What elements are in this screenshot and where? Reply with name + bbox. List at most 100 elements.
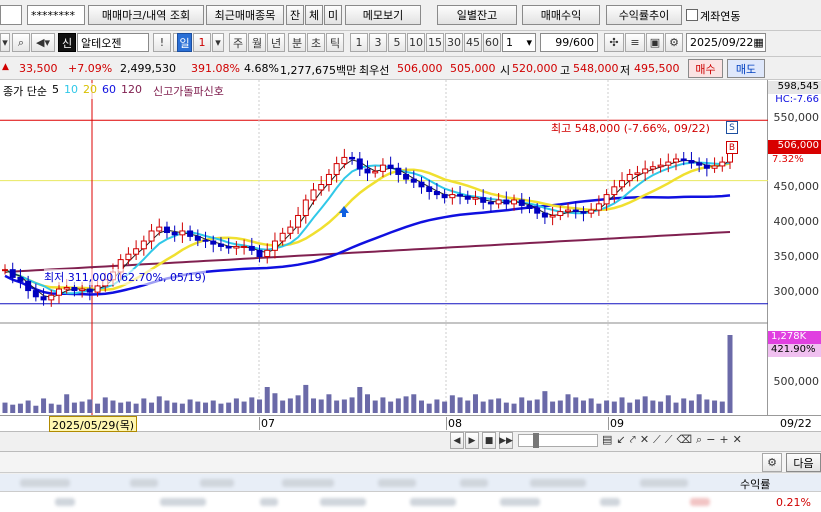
tab-executed[interactable]: 체 <box>305 5 323 25</box>
minute-1[interactable]: 1 <box>350 33 368 52</box>
fib-tool-icon[interactable]: ⟋ <box>665 433 673 447</box>
line-tool-icon[interactable]: ⟋ <box>653 433 661 447</box>
volume-bar <box>326 394 332 413</box>
minute-3[interactable]: 3 <box>369 33 387 52</box>
minus-icon[interactable]: − <box>706 433 715 447</box>
zoom-tool-icon[interactable]: ⌕ <box>696 433 702 447</box>
buy-button[interactable]: 매수 <box>688 59 723 78</box>
period-month[interactable]: 월 <box>248 33 266 52</box>
grid-row[interactable]: 0.21% <box>0 492 821 512</box>
candle-body <box>395 167 402 175</box>
candle-body <box>202 239 209 242</box>
minute-15[interactable]: 15 <box>426 33 444 52</box>
volume-bar <box>642 396 648 413</box>
period-minute[interactable]: 분 <box>288 33 306 52</box>
candle-body <box>264 249 271 258</box>
volume-bar <box>658 401 664 413</box>
recent-trades-button[interactable]: 최근매매종목 <box>206 5 284 25</box>
period-second[interactable]: 초 <box>307 33 325 52</box>
count-total: /600 <box>569 36 594 49</box>
candle-body <box>619 180 626 188</box>
price-tick: 450,000 <box>773 180 820 193</box>
step-forward-icon[interactable]: ▶▶ <box>499 432 513 449</box>
minute-45[interactable]: 45 <box>464 33 482 52</box>
memo-button[interactable]: 메모보기 <box>345 5 421 25</box>
candle-body <box>727 152 733 163</box>
legend-ma20: 20 <box>82 83 97 96</box>
last-date: 09/22 <box>780 417 812 430</box>
period-day-value[interactable]: 1 <box>193 33 211 52</box>
plus-icon[interactable]: + <box>719 433 728 447</box>
volume-bar <box>704 399 710 413</box>
profit-trend-button[interactable]: 수익률추이 <box>606 5 682 25</box>
volume-bar <box>133 403 139 413</box>
volume-bar <box>365 394 370 413</box>
menu-icon[interactable]: ▾ <box>0 33 10 52</box>
month-label: 07 <box>259 417 275 430</box>
zoom-slider[interactable] <box>518 433 598 448</box>
minute-30[interactable]: 30 <box>445 33 463 52</box>
search-icon[interactable]: ⌕ <box>12 33 30 52</box>
candle-body <box>541 212 548 218</box>
gear-icon[interactable]: ⚙ <box>665 33 683 52</box>
draw-tool-icon[interactable]: ▤ <box>602 433 612 447</box>
volume-bar <box>272 393 278 413</box>
candle-body <box>171 232 178 236</box>
account-link-checkbox[interactable] <box>686 9 698 21</box>
low-annotation: 최저 311,000 (62.70%, 05/19) <box>44 269 206 285</box>
count-value: 99 <box>555 36 570 49</box>
settings-gear-icon[interactable]: ⚙ <box>762 453 782 472</box>
volume-bar <box>257 399 263 413</box>
calendar-icon[interactable]: ▦ <box>753 36 763 49</box>
stock-name-field[interactable]: 알테오젠 <box>77 33 149 52</box>
period-day[interactable]: 일 <box>177 33 192 52</box>
candle-body <box>673 158 680 163</box>
stop-icon[interactable]: ■ <box>482 432 496 449</box>
volume-bar <box>611 401 617 413</box>
sell-button[interactable]: 매도 <box>727 59 765 78</box>
cross-tool-icon[interactable]: ✕ <box>640 433 649 447</box>
price-tick: 550,000 <box>773 111 820 124</box>
account-select[interactable] <box>0 5 22 25</box>
candle-body <box>302 199 309 216</box>
volume-bar <box>318 399 324 413</box>
volume-bar <box>56 404 62 413</box>
speaker-icon[interactable]: ◀▾ <box>31 33 55 52</box>
volume-bar <box>418 400 424 413</box>
volume-bar <box>187 399 193 413</box>
arrow-tool-icon[interactable]: ↙ <box>616 433 625 447</box>
delete-tool-icon[interactable]: ⌫ <box>676 433 692 447</box>
volume-bar <box>503 402 509 413</box>
crosshair-icon[interactable]: ✣ <box>604 33 624 52</box>
daily-balance-button[interactable]: 일별잔고 <box>437 5 517 25</box>
period-day-spin[interactable]: ▾ <box>212 33 224 52</box>
indicator-icon[interactable]: ≡ <box>625 33 645 52</box>
period-year[interactable]: 년 <box>267 33 285 52</box>
trend-tool-icon[interactable]: ⤤ <box>630 433 636 447</box>
candle-body <box>580 211 587 214</box>
candle-body <box>426 186 433 192</box>
chart-panel[interactable]: 종가 단순 5 10 20 60 120 신고가돌파신호 최고 548,000 … <box>0 80 768 415</box>
play-icon[interactable]: ▶ <box>465 432 479 449</box>
minute-5[interactable]: 5 <box>388 33 406 52</box>
count-field[interactable]: 99/600 <box>540 33 598 52</box>
next-button[interactable]: 다음 <box>786 453 821 472</box>
period-tick[interactable]: 틱 <box>326 33 344 52</box>
minute-60[interactable]: 60 <box>483 33 501 52</box>
save-icon[interactable]: ▣ <box>646 33 664 52</box>
volume-bar <box>465 400 471 413</box>
alert-icon[interactable]: ! <box>153 33 171 52</box>
tab-unexecuted[interactable]: 미 <box>324 5 342 25</box>
zoom-slider-handle[interactable] <box>533 433 539 448</box>
minute-select[interactable]: 1 ▾ <box>502 33 536 52</box>
play-back-icon[interactable]: ◀ <box>450 432 464 449</box>
tab-balance[interactable]: 잔 <box>286 5 304 25</box>
trade-profit-button[interactable]: 매매수익 <box>522 5 600 25</box>
candle-body <box>86 288 93 293</box>
password-field[interactable]: ******** <box>27 5 85 25</box>
minute-10[interactable]: 10 <box>407 33 425 52</box>
trade-mark-query-button[interactable]: 매매마크/내역 조회 <box>88 5 204 25</box>
date-field[interactable]: 2025/09/22 ▦ <box>686 33 766 52</box>
close-icon[interactable]: ✕ <box>733 433 742 447</box>
period-week[interactable]: 주 <box>229 33 247 52</box>
